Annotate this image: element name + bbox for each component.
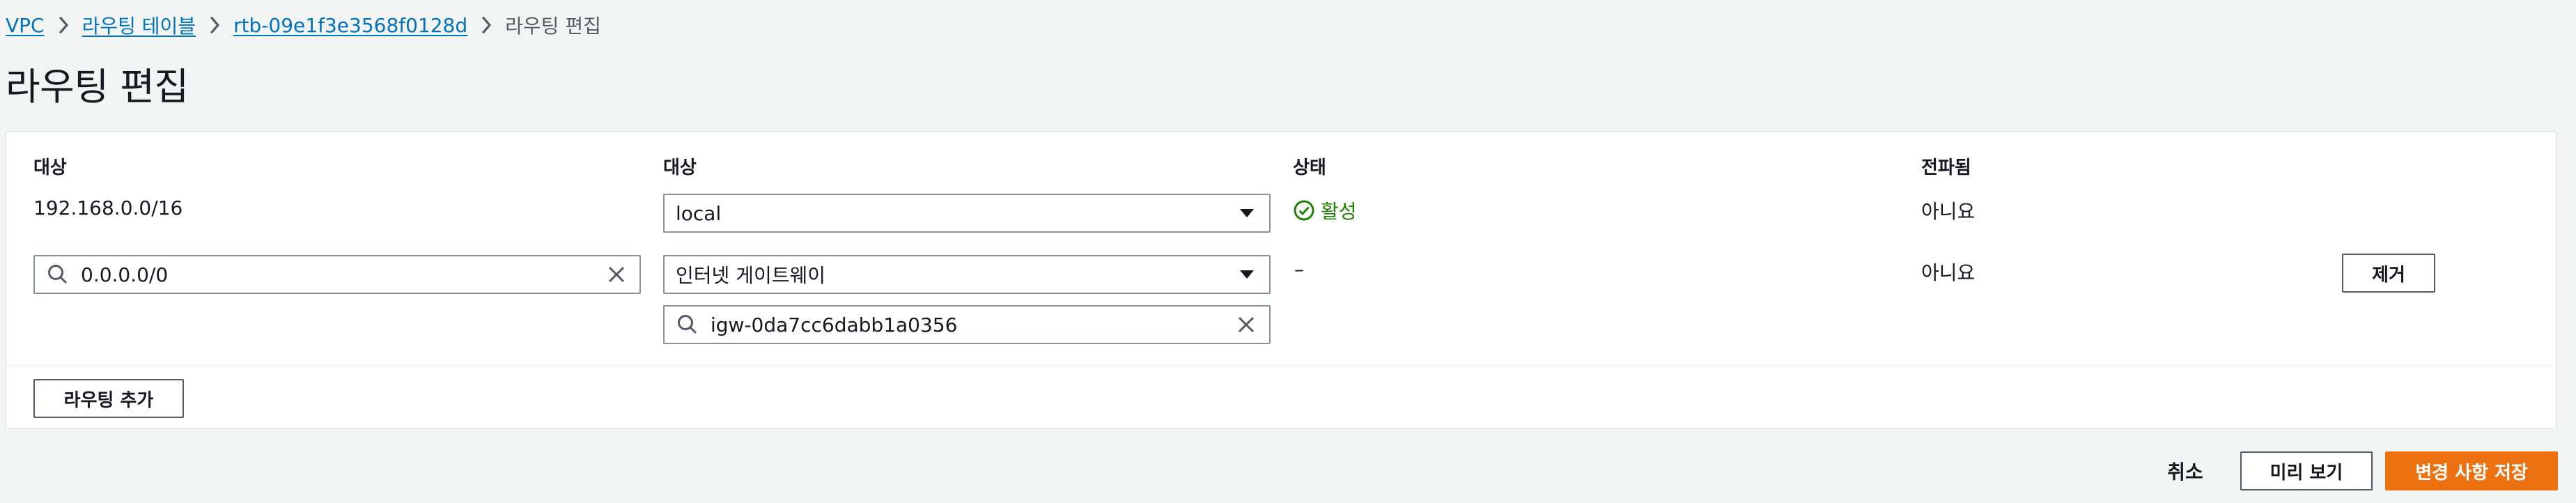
target-type-select[interactable]: 인터넷 게이트웨이 <box>663 255 1271 294</box>
remove-route-button[interactable]: 제거 <box>2342 254 2435 293</box>
chevron-right-icon <box>467 10 505 40</box>
check-circle-icon <box>1294 200 1314 221</box>
route-destination-text: 192.168.0.0/16 <box>33 196 183 219</box>
preview-button[interactable]: 미리 보기 <box>2240 451 2373 490</box>
column-header-status: 상태 <box>1293 157 1326 178</box>
column-header-propagated: 전파됨 <box>1921 157 1971 178</box>
chevron-right-icon <box>45 10 82 40</box>
column-header-target: 대상 <box>663 157 697 178</box>
caret-down-icon <box>1240 209 1254 217</box>
clear-icon[interactable] <box>605 263 628 286</box>
target-search-value: igw-0da7cc6dabb1a0356 <box>711 313 958 336</box>
breadcrumb-route-tables[interactable]: 라우팅 테이블 <box>82 11 196 39</box>
search-icon <box>48 265 68 284</box>
column-header-destination: 대상 <box>33 157 67 178</box>
caret-down-icon <box>1240 270 1254 279</box>
propagated-text: 아니요 <box>1921 200 1976 223</box>
target-search-input[interactable]: igw-0da7cc6dabb1a0356 <box>663 305 1271 344</box>
destination-input-value: 0.0.0.0/0 <box>81 263 169 286</box>
target-select-value: local <box>676 201 722 225</box>
clear-icon[interactable] <box>1234 313 1258 336</box>
chevron-right-icon <box>196 10 233 40</box>
search-icon <box>678 315 697 334</box>
page-title: 라우팅 편집 <box>6 65 189 109</box>
target-type-select-value: 인터넷 게이트웨이 <box>676 264 825 287</box>
add-route-button[interactable]: 라우팅 추가 <box>33 379 184 418</box>
status-badge: 활성 <box>1293 196 1357 224</box>
propagated-text: 아니요 <box>1921 261 1976 284</box>
breadcrumb-route-table-id[interactable]: rtb-09e1f3e3568f0128d <box>233 14 467 37</box>
breadcrumb: VPC 라우팅 테이블 rtb-09e1f3e3568f0128d 라우팅 편집 <box>6 10 601 40</box>
target-select[interactable]: local <box>663 194 1271 233</box>
breadcrumb-vpc[interactable]: VPC <box>6 14 45 37</box>
breadcrumb-current: 라우팅 편집 <box>505 15 601 38</box>
destination-input[interactable]: 0.0.0.0/0 <box>33 255 641 294</box>
cancel-button[interactable]: 취소 <box>2161 451 2210 490</box>
save-changes-button[interactable]: 변경 사항 저장 <box>2385 451 2558 490</box>
divider <box>6 365 2556 366</box>
status-empty: – <box>1294 258 1304 281</box>
status-text: 활성 <box>1321 200 1357 223</box>
